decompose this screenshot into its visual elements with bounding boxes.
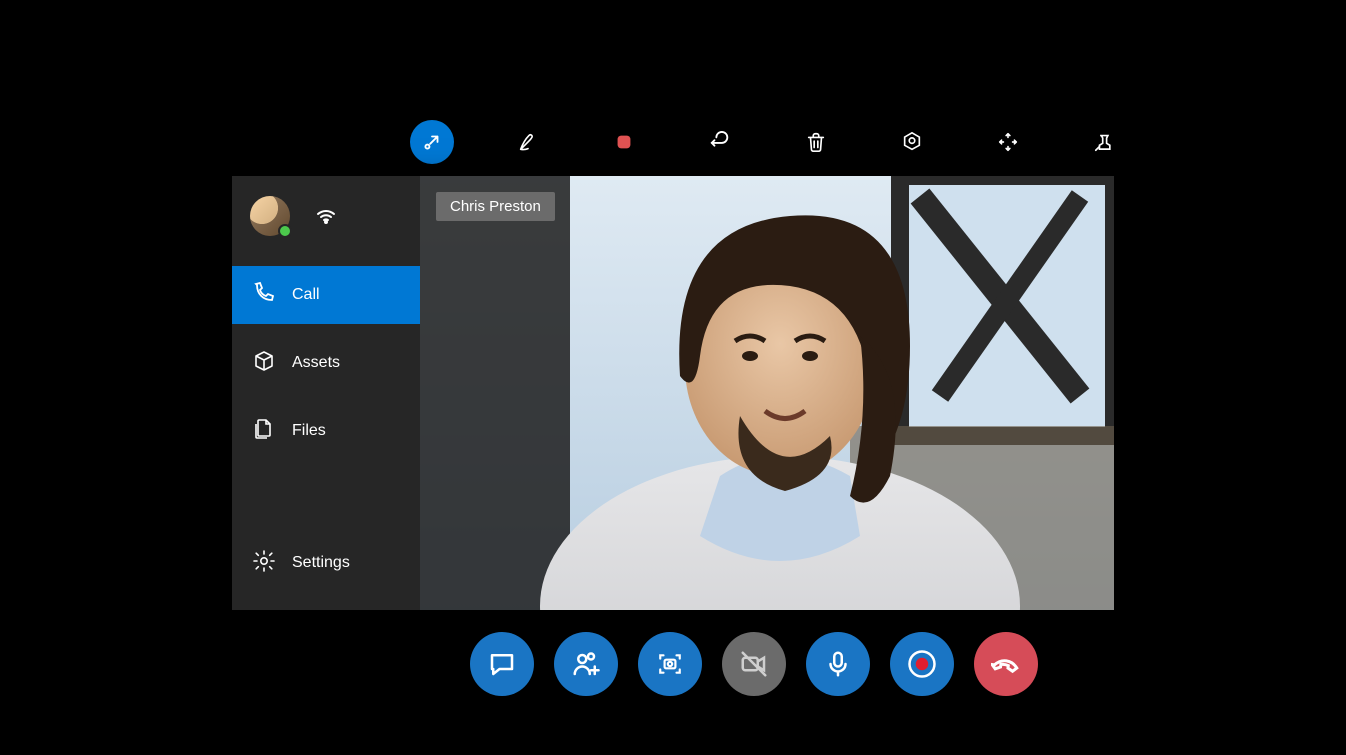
call-window: Call Assets Files [232, 176, 1114, 610]
sidebar-item-label: Assets [292, 354, 340, 372]
sidebar-item-assets[interactable]: Assets [232, 334, 420, 392]
network-icon [314, 202, 338, 231]
sidebar-item-label: Settings [292, 554, 350, 572]
hang-up-button[interactable] [974, 632, 1038, 696]
minimize-collapse-icon[interactable] [410, 120, 454, 164]
record-button[interactable] [890, 632, 954, 696]
add-people-button[interactable] [554, 632, 618, 696]
floating-toolbar [410, 120, 1126, 164]
gear-icon [252, 549, 276, 578]
stop-record-icon[interactable] [602, 120, 646, 164]
delete-icon[interactable] [794, 120, 838, 164]
sidebar-item-settings[interactable]: Settings [232, 534, 420, 592]
ink-pen-icon[interactable] [506, 120, 550, 164]
expand-move-icon[interactable] [986, 120, 1030, 164]
phone-icon [252, 281, 276, 310]
pin-icon[interactable] [1082, 120, 1126, 164]
box-icon [252, 349, 276, 378]
participant-name-tag: Chris Preston [436, 192, 555, 221]
marker-place-icon[interactable] [890, 120, 934, 164]
sidebar-item-label: Files [292, 422, 326, 440]
presence-indicator [278, 224, 292, 238]
participant-name: Chris Preston [450, 198, 541, 215]
undo-icon[interactable] [698, 120, 742, 164]
chat-button[interactable] [470, 632, 534, 696]
screenshot-button[interactable] [638, 632, 702, 696]
sidebar-header [232, 176, 420, 256]
sidebar-item-call[interactable]: Call [232, 266, 420, 324]
user-avatar[interactable] [250, 196, 290, 236]
sidebar-item-files[interactable]: Files [232, 402, 420, 460]
microphone-button[interactable] [806, 632, 870, 696]
sidebar-item-label: Call [292, 286, 320, 304]
files-icon [252, 417, 276, 446]
call-controls [470, 632, 1038, 696]
sidebar: Call Assets Files [232, 176, 420, 610]
video-off-button[interactable] [722, 632, 786, 696]
video-feed: Chris Preston [420, 176, 1114, 610]
